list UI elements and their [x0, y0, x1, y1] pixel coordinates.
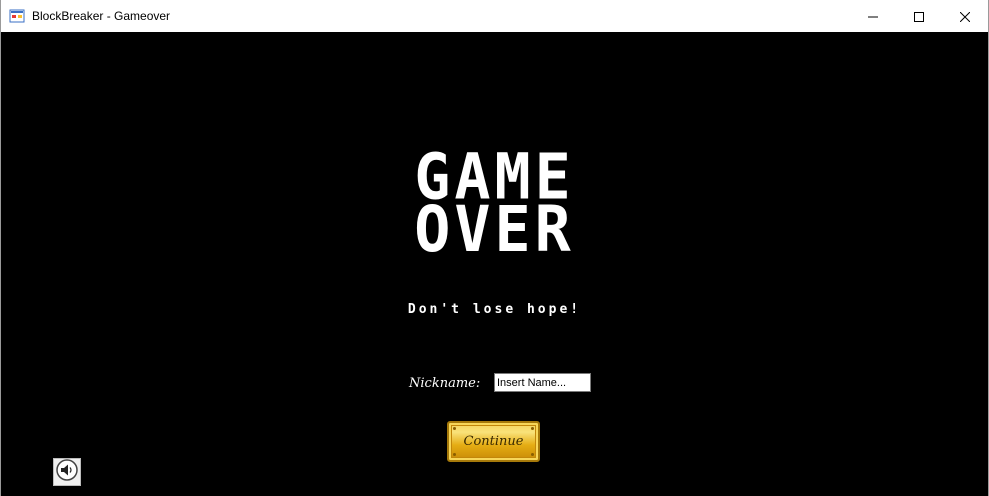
button-rivet: [531, 453, 534, 456]
button-rivet: [531, 427, 534, 430]
window-title: BlockBreaker - Gameover: [32, 9, 171, 23]
nickname-input[interactable]: [494, 373, 591, 392]
continue-label: Continue: [463, 434, 524, 449]
button-rivet: [453, 427, 456, 430]
game-window: BlockBreaker - Gameover GAME OVER Don't …: [0, 0, 989, 496]
maximize-icon: [914, 7, 924, 26]
continue-button[interactable]: Continue: [447, 421, 540, 462]
button-rivet: [453, 453, 456, 456]
title-bar[interactable]: BlockBreaker - Gameover: [1, 0, 988, 32]
sound-toggle-button[interactable]: [53, 458, 81, 486]
game-over-screen: GAME OVER Don't lose hope! Nickname: Con…: [1, 32, 988, 496]
app-icon: [9, 8, 25, 24]
speaker-icon: [56, 459, 78, 485]
maximize-button[interactable]: [896, 0, 942, 32]
minimize-button[interactable]: [850, 0, 896, 32]
game-over-heading: GAME OVER: [1, 146, 988, 267]
minimize-icon: [868, 7, 878, 26]
nickname-label: Nickname:: [409, 376, 481, 391]
heading-line-over: OVER: [414, 193, 575, 267]
close-button[interactable]: [942, 0, 988, 32]
encouragement-text: Don't lose hope!: [407, 302, 582, 317]
close-icon: [959, 7, 971, 26]
